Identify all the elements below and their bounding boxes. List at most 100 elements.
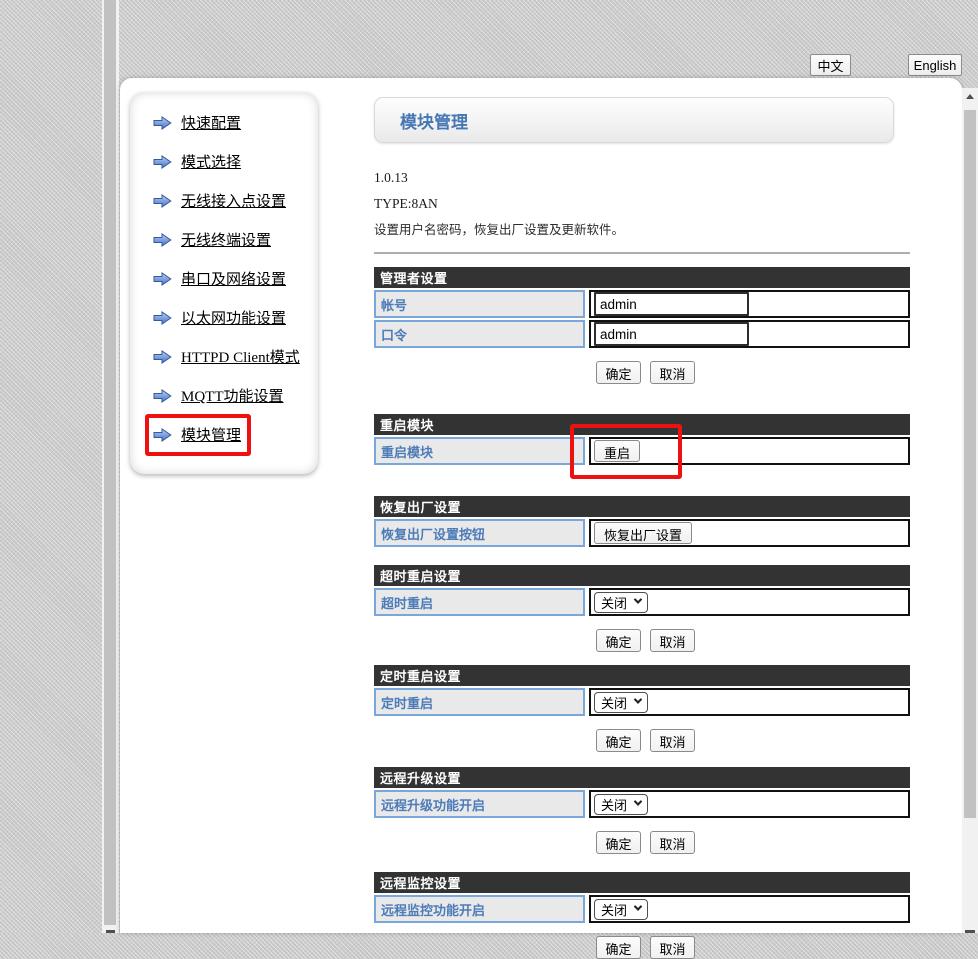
row-label: 远程监控功能开启 <box>374 895 585 923</box>
settings-section-6: 远程监控设置远程监控功能开启关闭确定取消 <box>374 872 910 959</box>
sidebar-item-label[interactable]: 串口及网络设置 <box>181 268 286 289</box>
content-scrollbar[interactable] <box>962 88 978 933</box>
section-header: 管理者设置 <box>374 267 910 288</box>
arrow-icon <box>153 350 172 364</box>
arrow-icon <box>153 272 172 286</box>
table-row: 口令 <box>374 320 910 348</box>
section-header: 恢复出厂设置 <box>374 496 910 517</box>
row-control-cell: 关闭 <box>589 790 910 818</box>
section-header: 远程监控设置 <box>374 872 910 893</box>
action-buttons-row: 确定取消 <box>596 729 910 752</box>
row-control-cell <box>589 290 910 318</box>
row-control-cell: 关闭 <box>589 688 910 716</box>
sidebar-item-5[interactable]: 以太网功能设置 <box>130 298 318 337</box>
english-language-button[interactable]: English <box>908 54 962 76</box>
firmware-version: 1.0.13 <box>374 165 910 191</box>
dropdown-select[interactable]: 关闭 <box>594 592 648 613</box>
arrow-icon <box>153 311 172 325</box>
content-scrollbar-thumb[interactable] <box>964 110 976 818</box>
action-buttons-row: 确定取消 <box>596 936 910 959</box>
chevron-down-icon <box>634 595 642 603</box>
divider <box>374 252 910 254</box>
cancel-button[interactable]: 取消 <box>650 936 695 959</box>
settings-section-5: 远程升级设置远程升级功能开启关闭确定取消 <box>374 767 910 854</box>
sidebar-item-3[interactable]: 无线终端设置 <box>130 220 318 259</box>
section-header: 重启模块 <box>374 414 910 435</box>
main-frame: 中文 English 快速配置模式选择无线接入点设置无线终端设置串口及网络设置以… <box>119 0 978 933</box>
arrow-icon <box>153 389 172 403</box>
sidebar-menu: 快速配置模式选择无线接入点设置无线终端设置串口及网络设置以太网功能设置 HTTPD… <box>130 92 318 474</box>
table-row: 帐号 <box>374 290 910 318</box>
row-label: 重启模块 <box>374 437 585 465</box>
sidebar-item-label[interactable]: 无线接入点设置 <box>181 190 286 211</box>
row-control-cell: 关闭 <box>589 588 910 616</box>
ok-button[interactable]: 确定 <box>596 361 641 384</box>
sidebar-item-7[interactable]: MQTT功能设置 <box>130 376 318 415</box>
table-row: 超时重启关闭 <box>374 588 910 616</box>
restart-button[interactable]: 重启 <box>594 440 640 462</box>
action-buttons-row: 确定取消 <box>596 361 910 384</box>
dropdown-select[interactable]: 关闭 <box>594 794 648 815</box>
factory-reset-button[interactable]: 恢复出厂设置 <box>594 522 692 544</box>
select-value: 关闭 <box>601 795 627 814</box>
ok-button[interactable]: 确定 <box>596 936 641 959</box>
ok-button[interactable]: 确定 <box>596 831 641 854</box>
settings-section-1: 重启模块重启模块重启 <box>374 414 910 465</box>
ok-button[interactable]: 确定 <box>596 629 641 652</box>
table-row: 恢复出厂设置按钮恢复出厂设置 <box>374 519 910 547</box>
page-title: 模块管理 <box>400 108 468 133</box>
arrow-icon <box>153 155 172 169</box>
chinese-language-button[interactable]: 中文 <box>810 54 851 76</box>
meta-block: 1.0.13 TYPE:8AN 设置用户名密码，恢复出厂设置及更新软件。 <box>374 165 910 243</box>
scrollbar-up-button[interactable] <box>962 88 978 105</box>
sidebar-item-label[interactable]: 模式选择 <box>181 151 241 172</box>
sidebar-item-2[interactable]: 无线接入点设置 <box>130 181 318 220</box>
dropdown-select[interactable]: 关闭 <box>594 692 648 713</box>
sidebar-item-4[interactable]: 串口及网络设置 <box>130 259 318 298</box>
sidebar-item-label[interactable]: MQTT功能设置 <box>181 385 284 406</box>
content-column: 模块管理 1.0.13 TYPE:8AN 设置用户名密码，恢复出厂设置及更新软件… <box>374 78 910 959</box>
settings-section-0: 管理者设置帐号口令确定取消 <box>374 267 910 384</box>
select-value: 关闭 <box>601 593 627 612</box>
sidebar-item-label[interactable]: 模块管理 <box>181 424 241 445</box>
sidebar-item-0[interactable]: 快速配置 <box>130 103 318 142</box>
row-label: 远程升级功能开启 <box>374 790 585 818</box>
row-label: 帐号 <box>374 290 585 318</box>
left-frame-scrollbar[interactable] <box>102 0 119 933</box>
row-control-cell: 关闭 <box>589 895 910 923</box>
cancel-button[interactable]: 取消 <box>650 831 695 854</box>
section-header: 超时重启设置 <box>374 565 910 586</box>
section-header: 远程升级设置 <box>374 767 910 788</box>
sidebar-item-6[interactable]: HTTPD Client模式 <box>130 337 318 376</box>
action-buttons-row: 确定取消 <box>596 831 910 854</box>
arrow-icon <box>153 233 172 247</box>
chevron-down-icon <box>634 695 642 703</box>
cancel-button[interactable]: 取消 <box>650 629 695 652</box>
page-description: 设置用户名密码，恢复出厂设置及更新软件。 <box>374 217 910 243</box>
ok-button[interactable]: 确定 <box>596 729 641 752</box>
settings-section-3: 超时重启设置超时重启关闭确定取消 <box>374 565 910 652</box>
sidebar-item-label[interactable]: 以太网功能设置 <box>181 307 286 328</box>
text-input[interactable] <box>594 292 749 316</box>
arrow-icon <box>153 428 172 442</box>
select-value: 关闭 <box>601 693 627 712</box>
cancel-button[interactable]: 取消 <box>650 729 695 752</box>
up-arrow-icon <box>966 94 974 99</box>
page-title-banner: 模块管理 <box>374 97 894 143</box>
cancel-button[interactable]: 取消 <box>650 361 695 384</box>
dropdown-select[interactable]: 关闭 <box>594 899 648 920</box>
sidebar-item-label[interactable]: 无线终端设置 <box>181 229 271 250</box>
sections: 管理者设置帐号口令确定取消重启模块重启模块重启恢复出厂设置恢复出厂设置按钮恢复出… <box>374 267 910 959</box>
sidebar-item-label[interactable]: HTTPD Client模式 <box>181 346 300 367</box>
row-label: 定时重启 <box>374 688 585 716</box>
settings-section-4: 定时重启设置定时重启关闭确定取消 <box>374 665 910 752</box>
left-frame-background <box>0 0 102 933</box>
sidebar-item-label[interactable]: 快速配置 <box>181 112 241 133</box>
sidebar-item-8[interactable]: 模块管理 <box>130 415 318 454</box>
text-input[interactable] <box>594 322 749 346</box>
module-type: TYPE:8AN <box>374 191 910 217</box>
left-scrollbar-thumb[interactable] <box>104 0 116 925</box>
chevron-down-icon <box>634 902 642 910</box>
sidebar-item-1[interactable]: 模式选择 <box>130 142 318 181</box>
arrow-icon <box>153 194 172 208</box>
